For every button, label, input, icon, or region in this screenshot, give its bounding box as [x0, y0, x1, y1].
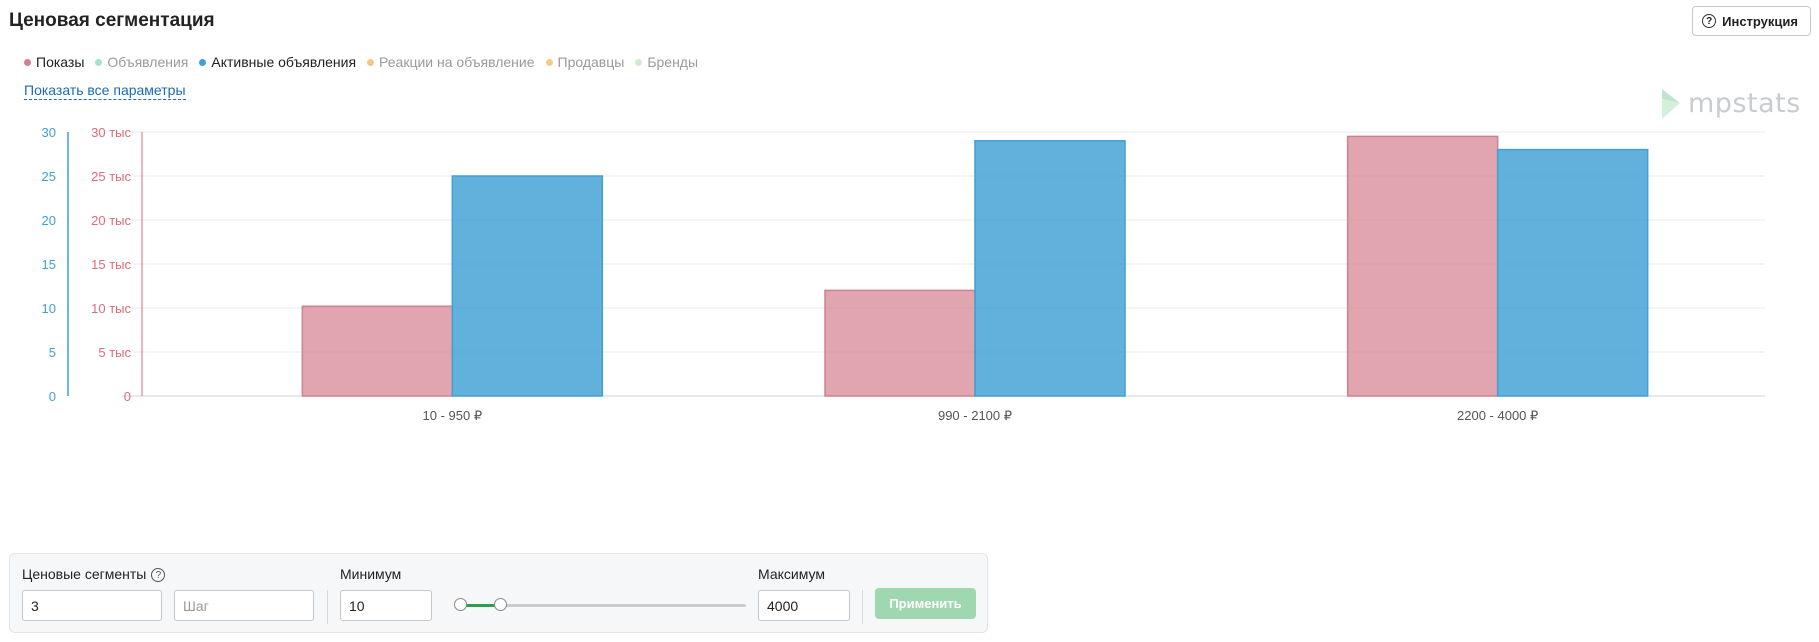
left-axis-tick-label: 5	[49, 345, 56, 360]
apply-button[interactable]: Применить	[875, 588, 976, 619]
page-title: Ценовая сегментация	[9, 10, 215, 31]
show-all-parameters-link[interactable]: Показать все параметры	[24, 82, 186, 100]
legend-label: Показы	[36, 54, 85, 70]
bar-impressions	[824, 289, 976, 397]
step-input[interactable]: Шаг	[174, 590, 314, 621]
max-input[interactable]: 4000	[758, 590, 850, 621]
left-axis-tick-label: 30	[42, 125, 56, 140]
right-axis-tick-label: 25 тыс	[91, 169, 131, 184]
min-label: Минимум	[340, 566, 402, 582]
left-axis-tick-label: 15	[42, 257, 56, 272]
segment-controls-panel: Ценовые сегменты? 3 Шаг Минимум 10 Макси…	[9, 553, 988, 633]
legend-label: Бренды	[647, 54, 699, 70]
right-axis-tick-label: 0	[124, 389, 131, 404]
right-axis-tick-label: 30 тыс	[91, 125, 131, 140]
legend-item[interactable]: Бренды	[635, 54, 698, 70]
legend-label: Реакции на объявление	[379, 54, 535, 70]
legend-dot-icon	[24, 58, 31, 66]
legend-item[interactable]: Объявления	[95, 54, 188, 70]
left-axis-tick-label: 20	[42, 213, 56, 228]
divider	[327, 590, 328, 624]
bar-active-ads	[1496, 148, 1649, 397]
min-input[interactable]: 10	[340, 590, 432, 621]
legend-item[interactable]: Реакции на объявление	[367, 54, 535, 70]
question-icon: ?	[1702, 14, 1717, 28]
segments-label: Ценовые сегменты?	[22, 566, 166, 583]
price-segmentation-chart: 0 0 5 5 тыс 10 10 тыс 15 15 тыс 20 20 тыс 25 25 тыс…	[42, 125, 1765, 423]
legend-dot-icon	[635, 58, 643, 66]
legend-label: Активные объявления	[211, 54, 357, 70]
segments-input[interactable]: 3	[22, 590, 162, 621]
legend-label: Продавцы	[557, 54, 625, 70]
slider-min-handle[interactable]	[454, 598, 467, 611]
max-label: Максимум	[758, 566, 825, 582]
instruction-button[interactable]: ? Инструкция	[1692, 6, 1811, 36]
left-axis-tick-label: 0	[49, 389, 56, 404]
left-axis-tick-label: 25	[42, 169, 56, 184]
right-axis-tick-label: 15 тыс	[91, 257, 131, 272]
legend-dot-icon	[367, 58, 375, 66]
slider-max-handle[interactable]	[494, 598, 508, 611]
legend-label: Объявления	[107, 54, 189, 70]
legend-item[interactable]: Активные объявления	[199, 54, 356, 70]
legend-dot-icon	[95, 58, 103, 66]
x-axis-tick-label: 2200 - 4000 ₽	[1457, 408, 1538, 423]
legend-item[interactable]: Продавцы	[545, 54, 625, 70]
bar-impressions	[1346, 135, 1499, 397]
bar-impressions	[301, 305, 454, 397]
right-axis-tick-label: 10 тыс	[91, 301, 131, 316]
legend-dot-icon	[199, 58, 207, 66]
right-axis-tick-label: 5 тыс	[98, 345, 131, 360]
x-axis-tick-label: 10 - 950 ₽	[423, 408, 483, 423]
help-icon[interactable]: ?	[151, 568, 166, 583]
bar-active-ads	[974, 140, 1126, 397]
bar-active-ads	[451, 175, 604, 397]
legend-item[interactable]: Показы	[24, 54, 84, 70]
segments-label-text: Ценовые сегменты	[22, 566, 147, 582]
chart-legend: Показы Объявления Активные объявления Реакц…	[24, 54, 698, 70]
right-axis-tick-label: 20 тыс	[91, 213, 131, 228]
left-axis-tick-label: 10	[42, 301, 56, 316]
divider	[862, 590, 863, 624]
legend-dot-icon	[545, 58, 553, 66]
instruction-label: Инструкция	[1722, 13, 1798, 29]
x-axis-tick-label: 990 - 2100 ₽	[938, 408, 1012, 423]
range-slider[interactable]	[454, 598, 746, 611]
